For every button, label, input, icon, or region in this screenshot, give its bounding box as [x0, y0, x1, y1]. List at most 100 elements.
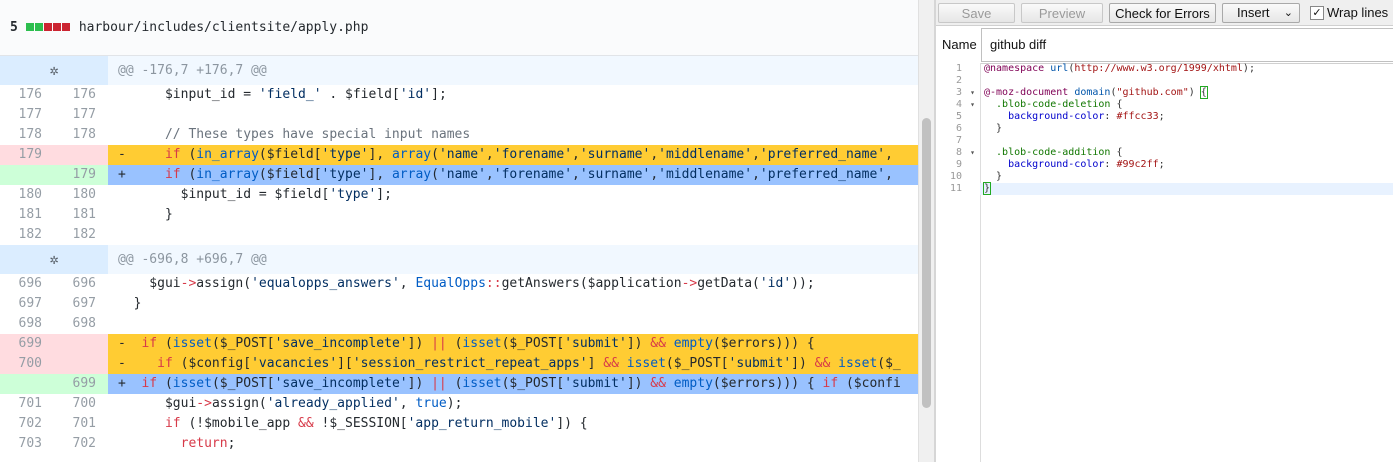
save-button[interactable]: Save: [938, 2, 1015, 23]
code-lines[interactable]: @namespace url(http://www.w3.org/1999/xh…: [980, 63, 1393, 195]
context-line: 701 700 $gui->assign('already_applied', t…: [0, 394, 918, 414]
old-line-number[interactable]: [0, 165, 54, 185]
old-line-number[interactable]: 698: [0, 314, 54, 334]
new-line-number[interactable]: [54, 145, 108, 165]
code-token: in_array: [196, 167, 259, 182]
new-line-number[interactable]: 181: [54, 205, 108, 225]
code-token: // These types have special input names: [118, 127, 471, 142]
new-line-number[interactable]: 702: [54, 434, 108, 454]
code-token: +: [118, 167, 165, 182]
old-line-number[interactable]: 703: [0, 434, 54, 454]
code-token: ,: [572, 147, 580, 162]
editor-line[interactable]: .blob-code-addition {: [980, 147, 1393, 159]
code-content: // These types have special input names: [108, 125, 918, 145]
new-line-number[interactable]: [54, 334, 108, 354]
old-line-number[interactable]: 700: [0, 354, 54, 374]
new-line-number[interactable]: 178: [54, 125, 108, 145]
editor-line[interactable]: }: [980, 182, 1393, 195]
editor-line[interactable]: [980, 75, 1393, 87]
css-token: http://www.w3.org/1999/xhtml: [1074, 63, 1243, 74]
wrap-lines-toggle[interactable]: ✓ Wrap lines: [1310, 5, 1388, 20]
editor-line[interactable]: @namespace url(http://www.w3.org/1999/xh…: [980, 63, 1393, 75]
old-line-number[interactable]: 180: [0, 185, 54, 205]
editor-line[interactable]: background-color: #99c2ff;: [980, 159, 1393, 171]
code-token: (: [180, 167, 197, 182]
css-token: );: [1242, 63, 1255, 74]
code-token: in_array: [196, 147, 259, 162]
code-token: 'forename': [493, 167, 573, 182]
old-line-number[interactable]: [0, 374, 54, 394]
code-token: ,: [572, 167, 580, 182]
context-line: 703 702 return;: [0, 434, 918, 454]
code-token: (!$mobile_app: [180, 416, 299, 431]
fold-arrow-icon[interactable]: ▾: [970, 147, 975, 159]
code-content: $input_id = 'field_' . $field['id'];: [108, 85, 918, 105]
expand-icon[interactable]: ✲: [0, 56, 108, 85]
code-token: 'type': [321, 167, 369, 182]
old-line-number[interactable]: 177: [0, 105, 54, 125]
old-line-number[interactable]: 701: [0, 394, 54, 414]
old-line-number[interactable]: 181: [0, 205, 54, 225]
code-token: ,: [485, 167, 494, 182]
editor-line[interactable]: }: [980, 171, 1393, 183]
old-line-number[interactable]: 176: [0, 85, 54, 105]
code-token: &&: [650, 376, 666, 391]
fold-arrow-icon[interactable]: ▾: [970, 99, 975, 111]
old-line-number[interactable]: 179: [0, 145, 54, 165]
old-line-number[interactable]: 697: [0, 294, 54, 314]
file-path[interactable]: harbour/includes/clientsite/apply.php: [79, 20, 369, 35]
new-line-number[interactable]: 698: [54, 314, 108, 334]
old-line-number[interactable]: 699: [0, 334, 54, 354]
new-line-number[interactable]: 179: [54, 165, 108, 185]
code-content: return;: [108, 434, 918, 454]
line-number-text: 9: [955, 159, 962, 170]
css-token: #ffcc33: [1116, 111, 1159, 122]
code-token: ::: [485, 276, 502, 291]
old-line-number[interactable]: 182: [0, 225, 54, 245]
old-line-number[interactable]: 702: [0, 414, 54, 434]
editor-line[interactable]: @-moz-document domain("github.com") {: [980, 86, 1393, 99]
new-line-number[interactable]: 177: [54, 105, 108, 125]
code-token: ][: [337, 356, 353, 371]
code-editor[interactable]: 1 2 3 ▾ 4 ▾ 5 6 7 8 ▾ 9 10 11 @namespace url(http://w…: [936, 63, 1393, 462]
old-line-number[interactable]: 178: [0, 125, 54, 145]
new-line-number[interactable]: 697: [54, 294, 108, 314]
editor-line[interactable]: background-color: #ffcc33;: [980, 111, 1393, 123]
scrollbar-thumb[interactable]: [922, 118, 931, 408]
new-line-number[interactable]: 696: [54, 274, 108, 294]
old-line-number[interactable]: 696: [0, 274, 54, 294]
new-line-number[interactable]: 699: [54, 374, 108, 394]
new-line-number[interactable]: [54, 354, 108, 374]
diff-scrollbar[interactable]: [918, 0, 934, 462]
check-errors-button[interactable]: Check for Errors: [1109, 2, 1216, 23]
code-token: 'submit': [564, 376, 627, 391]
code-token: 'save_incomplete': [274, 336, 408, 351]
line-number-text: 11: [949, 183, 962, 194]
code-token: ->: [180, 276, 197, 291]
code-token: assign(: [211, 396, 267, 411]
new-line-number[interactable]: 182: [54, 225, 108, 245]
code-token: ]): [626, 336, 651, 351]
code-token: 'session_restrict_repeat_apps': [352, 356, 588, 371]
editor-line[interactable]: .blob-code-deletion {: [980, 99, 1393, 111]
editor-line[interactable]: [980, 135, 1393, 147]
code-token: getData(: [697, 276, 760, 291]
fold-arrow-icon[interactable]: ▾: [970, 87, 975, 99]
name-input[interactable]: github diff: [981, 27, 1393, 62]
code-token: );: [446, 396, 463, 411]
code-token: ||: [431, 336, 447, 351]
code-token: (: [431, 147, 439, 162]
expand-icon[interactable]: ✲: [0, 245, 108, 274]
preview-button[interactable]: Preview: [1021, 2, 1103, 23]
wrap-lines-checkbox[interactable]: ✓: [1310, 5, 1324, 20]
new-line-number[interactable]: 700: [54, 394, 108, 414]
code-token: ($field[: [258, 167, 322, 182]
insert-dropdown[interactable]: Insert ⌄: [1222, 2, 1300, 23]
new-line-number[interactable]: 701: [54, 414, 108, 434]
editor-line[interactable]: }: [980, 123, 1393, 135]
new-line-number[interactable]: 176: [54, 85, 108, 105]
new-line-number[interactable]: 180: [54, 185, 108, 205]
css-token: }: [984, 123, 1003, 134]
line-number: 9: [936, 159, 980, 171]
